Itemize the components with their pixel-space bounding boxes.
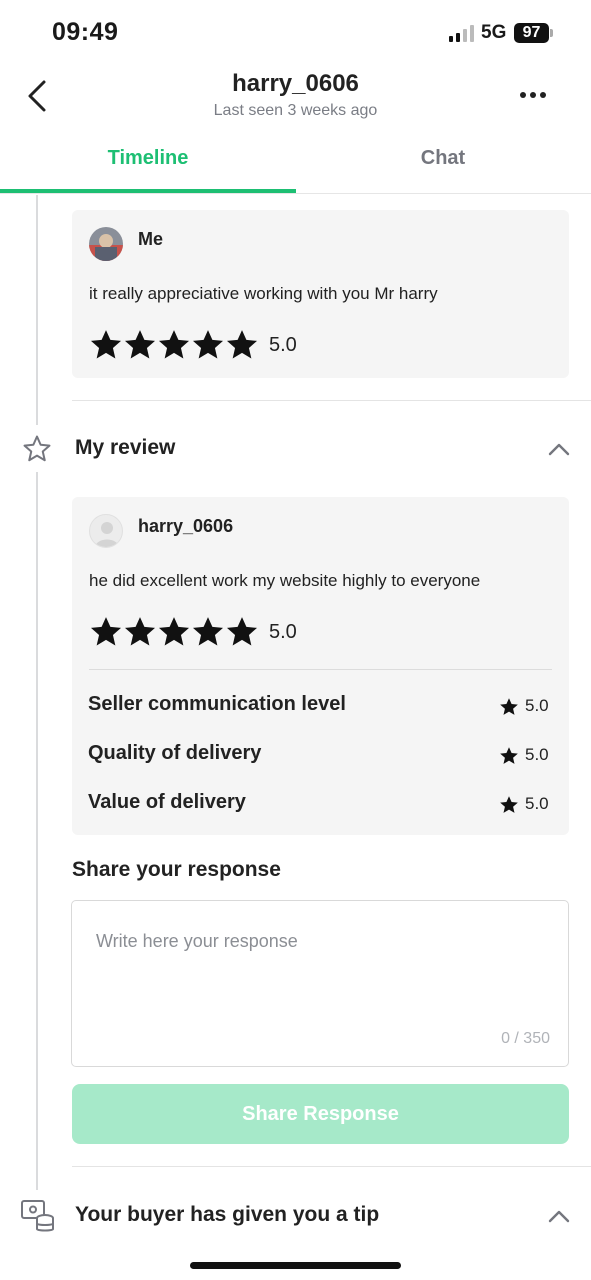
response-input[interactable]: [72, 901, 568, 1066]
sub-rating-communication: Seller communication level 5.0: [88, 693, 551, 723]
battery-tip: [550, 29, 553, 37]
network-label: 5G: [481, 22, 507, 43]
chevron-up-icon[interactable]: [547, 441, 571, 457]
reviewer-name: harry_0606: [138, 516, 234, 536]
home-indicator: [190, 1262, 401, 1269]
sub-rating-value: 5.0: [525, 696, 549, 715]
share-response-button[interactable]: Share Response: [72, 1084, 569, 1144]
section-divider: [72, 400, 591, 401]
rating-value: 5.0: [269, 334, 297, 356]
more-dots-icon: [520, 92, 546, 98]
chevron-up-icon[interactable]: [547, 1208, 571, 1224]
status-time: 09:49: [52, 18, 119, 46]
header-title: harry_0606: [232, 70, 359, 97]
star-icon: [90, 617, 122, 646]
star-rating: [89, 615, 259, 649]
tip-section-title: Your buyer has given you a tip: [75, 1203, 380, 1226]
star-icon: [500, 698, 518, 715]
avatar: [89, 227, 123, 261]
tab-bar: Timeline Chat: [0, 138, 591, 194]
rating-value: 5.0: [269, 621, 297, 643]
response-label: Share your response: [72, 858, 281, 881]
star-icon: [500, 796, 518, 813]
sub-rating-value: 5.0: [525, 745, 549, 764]
review-card-me: Me it really appreciative working with y…: [72, 210, 569, 378]
sub-rating-label: Value of delivery: [88, 791, 246, 813]
section-divider: [72, 1166, 591, 1167]
review-card-buyer: harry_0606 he did excellent work my webs…: [72, 497, 569, 835]
sub-rating-value: 5.0: [525, 794, 549, 813]
sub-rating-label: Quality of delivery: [88, 742, 262, 764]
tab-chat[interactable]: Chat: [295, 138, 591, 194]
timeline-line: [36, 472, 38, 1190]
timeline-line: [36, 195, 38, 425]
star-icon: [226, 617, 258, 646]
active-tab-indicator: [0, 189, 296, 193]
star-icon: [90, 330, 122, 359]
tab-timeline[interactable]: Timeline: [0, 138, 296, 194]
star-icon: [226, 330, 258, 359]
star-icon: [124, 617, 156, 646]
sub-rating-label: Seller communication level: [88, 693, 346, 715]
last-seen-text: Last seen 3 weeks ago: [213, 102, 378, 119]
my-review-title: My review: [75, 436, 176, 459]
review-text: he did excellent work my website highly …: [89, 571, 481, 590]
tip-money-icon: [21, 1200, 54, 1232]
review-text: it really appreciative working with you …: [89, 284, 438, 303]
reviewer-name: Me: [138, 229, 164, 249]
response-box: 0 / 350: [71, 900, 569, 1067]
star-icon: [124, 330, 156, 359]
star-icon: [500, 747, 518, 764]
char-counter: 0 / 350: [501, 1030, 550, 1047]
star-rating: [89, 328, 259, 362]
sub-rating-quality: Quality of delivery 5.0: [88, 742, 551, 772]
star-icon: [192, 617, 224, 646]
star-icon: [158, 330, 190, 359]
sub-rating-value-of-delivery: Value of delivery 5.0: [88, 791, 551, 821]
star-outline-icon: [23, 435, 51, 462]
more-options-button[interactable]: [516, 84, 550, 106]
battery-icon: 97: [514, 23, 549, 43]
star-icon: [192, 330, 224, 359]
avatar: [89, 514, 123, 548]
status-bar: 09:49 5G 97: [0, 0, 591, 66]
card-divider: [89, 669, 552, 670]
star-icon: [158, 617, 190, 646]
signal-icon: [449, 25, 475, 42]
